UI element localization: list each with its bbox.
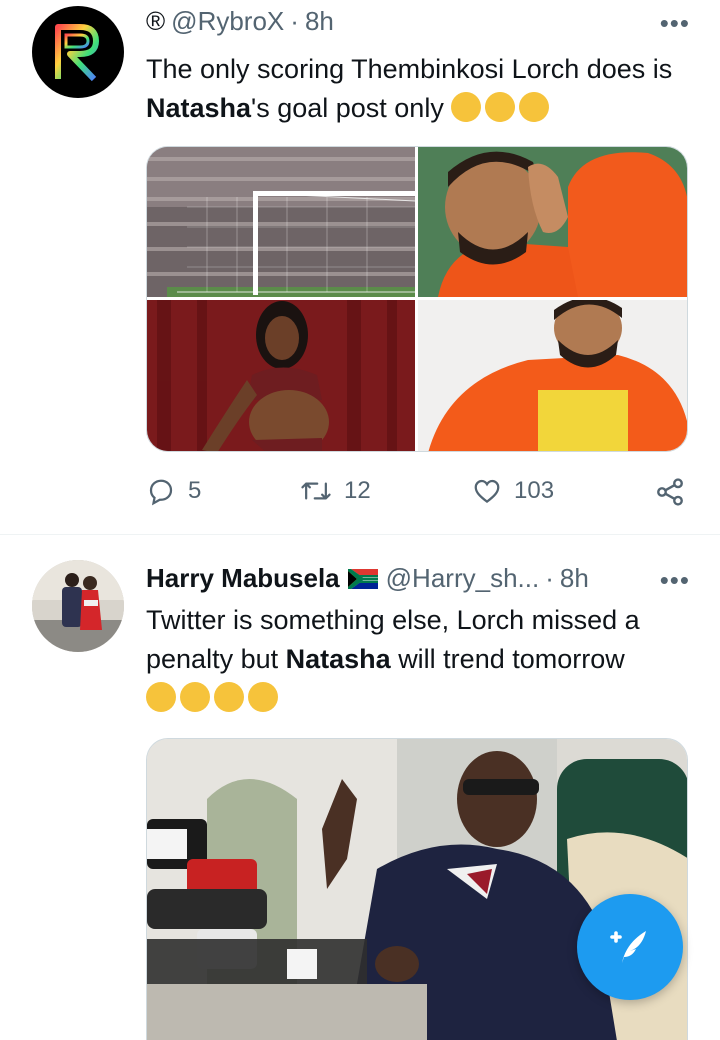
separator: · (290, 6, 299, 36)
rofl-emoji (445, 86, 487, 128)
avatar[interactable] (32, 6, 124, 98)
handle[interactable]: @RybroX (171, 6, 284, 37)
media-grid[interactable] (146, 146, 688, 452)
display-name[interactable]: ® (146, 6, 165, 37)
rybrox-logo-icon (55, 24, 99, 82)
separator: · (545, 563, 554, 593)
tweet-text: Twitter is something else, Lorch missed … (146, 601, 706, 718)
share-icon (657, 478, 683, 506)
like-icon (474, 479, 500, 504)
handle[interactable]: @Harry_sh... (386, 563, 540, 594)
timestamp[interactable]: 8h (560, 563, 589, 594)
drake-disapprove-image[interactable] (418, 147, 687, 297)
south-africa-flag-icon (347, 568, 378, 589)
more-options-icon[interactable]: ••• (660, 565, 690, 596)
share-button[interactable] (654, 476, 686, 508)
tweet-text-part: 's goal post only (251, 93, 444, 123)
rofl-emoji (513, 86, 555, 128)
tweet-text-part: Twitter is something else, Lorch missed … (146, 605, 640, 635)
tweet-text-part: penalty but (146, 644, 279, 674)
mention-text: Natasha (285, 644, 391, 674)
tweet-actions: 5 12 103 (146, 476, 696, 512)
drake-approve-image[interactable] (418, 300, 687, 451)
sweat-smile-emoji (180, 682, 210, 712)
compose-tweet-button[interactable] (577, 894, 683, 1000)
tweet-text: The only scoring Thembinkosi Lorch does … (146, 50, 706, 128)
sweat-smile-emoji (214, 682, 244, 712)
avatar[interactable] (32, 560, 124, 652)
goal-post-image[interactable] (147, 147, 415, 297)
display-name[interactable]: Harry Mabusela (146, 563, 340, 594)
mention-text: Natasha (146, 93, 252, 123)
reply-button[interactable]: 5 (146, 476, 201, 506)
tweet-text-part: will trend tomorrow (398, 644, 625, 674)
retweet-icon (301, 482, 331, 500)
retweet-button[interactable]: 12 (300, 476, 371, 506)
sweat-smile-emoji (146, 682, 176, 712)
reply-icon (149, 479, 173, 506)
natasha-image[interactable] (147, 300, 415, 451)
sweat-smile-emoji (248, 682, 278, 712)
retweet-count: 12 (344, 477, 371, 504)
tweet-header: ® @RybroX · 8h (146, 6, 334, 37)
reply-count: 5 (188, 477, 202, 504)
tweet-header: Harry Mabusela @Harry_sh... · 8h (146, 563, 589, 594)
timestamp[interactable]: 8h (305, 6, 334, 37)
more-options-icon[interactable]: ••• (660, 8, 690, 39)
rofl-emoji (479, 86, 521, 128)
tweet[interactable]: ® @RybroX · 8h ••• The only scoring Them… (0, 0, 720, 535)
tweet-text-part: The only scoring Thembinkosi Lorch does … (146, 54, 673, 84)
like-button[interactable]: 103 (472, 476, 554, 506)
compose-icon (610, 931, 646, 963)
like-count: 103 (514, 477, 555, 504)
